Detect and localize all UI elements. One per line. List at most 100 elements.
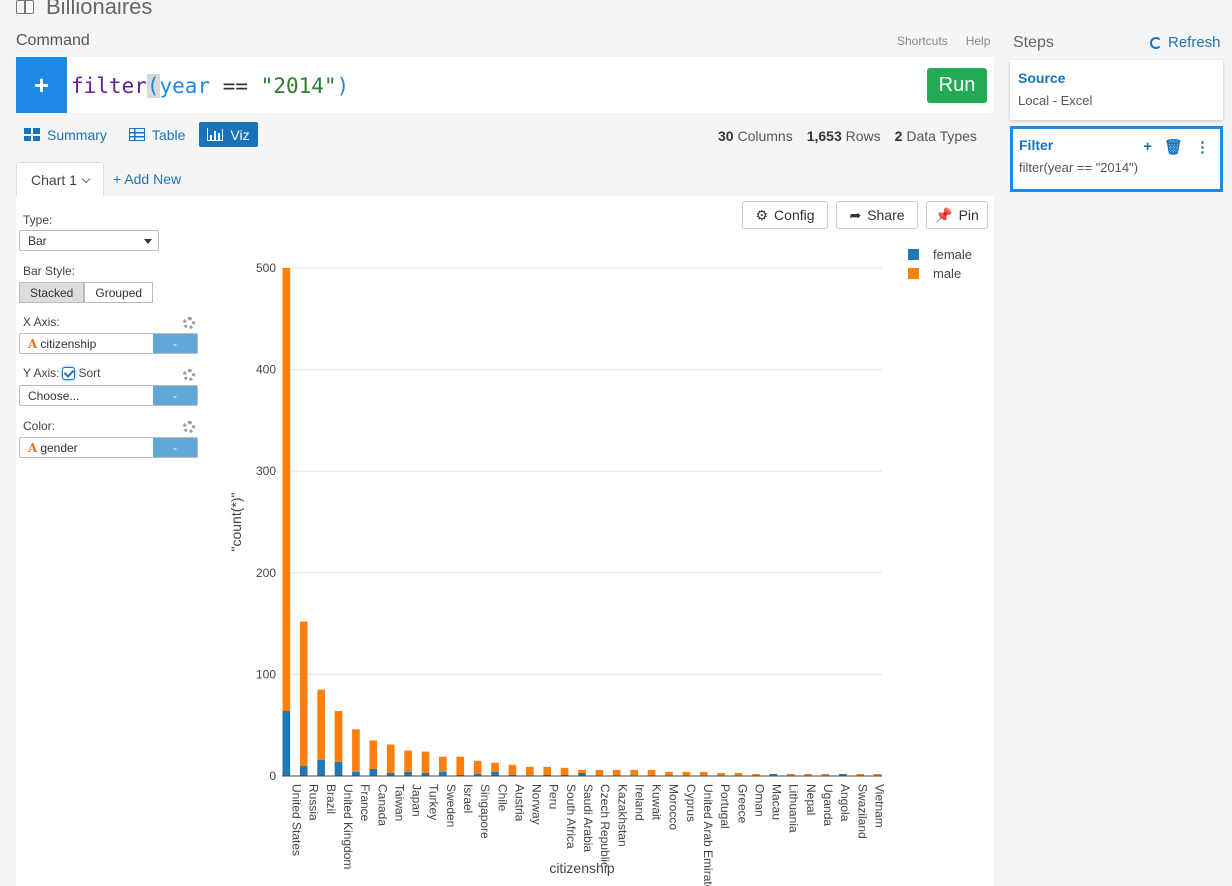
tab-viz-label: Viz bbox=[230, 126, 250, 143]
x-axis-title: citizenship bbox=[549, 860, 615, 876]
share-icon: ➦ bbox=[849, 206, 862, 223]
x-tick-label: Vietnam bbox=[872, 784, 886, 828]
bar-female bbox=[369, 768, 378, 776]
bar-male bbox=[786, 773, 795, 776]
bar-male bbox=[404, 750, 412, 772]
help-link[interactable]: Help bbox=[966, 34, 991, 48]
x-tick-label: United Arab Emirates bbox=[701, 784, 715, 886]
x-tick-label: Chile bbox=[495, 784, 509, 812]
bar-male bbox=[352, 729, 360, 772]
stacked-button[interactable]: Stacked bbox=[19, 282, 85, 303]
bar-female bbox=[508, 774, 517, 776]
bar-female bbox=[560, 774, 569, 776]
x-tick-label: Kazakhstan bbox=[615, 784, 629, 847]
x-tick-label: Oman bbox=[752, 784, 766, 817]
x-tick-label: Sweden bbox=[444, 784, 458, 827]
add-new-chart-link[interactable]: + Add New bbox=[113, 171, 181, 187]
x-tick-label: Austria bbox=[512, 784, 526, 822]
rows-stat: 1,653 Rows bbox=[806, 128, 881, 144]
trash-icon[interactable]: 🗑 bbox=[1164, 138, 1183, 156]
legend-label-female: female bbox=[933, 247, 972, 262]
bar-female bbox=[421, 772, 430, 776]
bar-male bbox=[456, 756, 465, 775]
x-tick-label: South Africa bbox=[564, 784, 578, 849]
chart-tab[interactable]: Chart 1 bbox=[16, 162, 104, 197]
bar-male bbox=[473, 760, 482, 774]
command-input[interactable]: filter(year == "2014") bbox=[71, 74, 349, 98]
y-axis-field[interactable]: Choose... - bbox=[19, 385, 198, 406]
step-source-name: Source bbox=[1018, 70, 1066, 86]
tab-table[interactable]: Table bbox=[121, 122, 193, 147]
share-button[interactable]: ➦ Share bbox=[836, 201, 918, 229]
bar-style-label: Bar Style: bbox=[23, 264, 76, 278]
command-bar[interactable]: + filter(year == "2014") Run bbox=[16, 57, 994, 113]
bar-male bbox=[821, 773, 830, 776]
x-tick-label: Czech Republic bbox=[598, 784, 612, 868]
bar-female bbox=[386, 772, 395, 776]
chart-tab-label: Chart 1 bbox=[31, 172, 77, 188]
x-tick-label: Japan bbox=[410, 784, 424, 817]
bar-male bbox=[299, 621, 308, 766]
command-links: Shortcuts Help bbox=[897, 34, 990, 48]
pin-button[interactable]: 📌 Pin bbox=[926, 201, 988, 229]
step-actions: + 🗑 ⋮ bbox=[1143, 138, 1210, 156]
bar-male bbox=[508, 764, 517, 775]
gear-icon[interactable] bbox=[183, 369, 195, 381]
tab-viz[interactable]: Viz bbox=[199, 122, 258, 147]
config-button[interactable]: ⚙ Config bbox=[742, 201, 828, 229]
x-tick-label: Russia bbox=[307, 784, 321, 821]
text-type-icon: A bbox=[28, 336, 38, 351]
bar-female bbox=[439, 771, 447, 776]
legend-swatch-female bbox=[908, 249, 919, 260]
shortcuts-link[interactable]: Shortcuts bbox=[897, 34, 948, 48]
x-tick-label: Norway bbox=[530, 784, 544, 825]
bar-male bbox=[856, 773, 865, 776]
step-source[interactable]: Source Local - Excel bbox=[1010, 60, 1223, 120]
y-tick-label: 0 bbox=[269, 769, 276, 783]
tab-summary[interactable]: Summary bbox=[16, 122, 115, 147]
app-title: Billionaires bbox=[16, 0, 152, 20]
gear-icon[interactable] bbox=[183, 317, 195, 329]
gear-icon[interactable] bbox=[183, 421, 195, 433]
grid-icon bbox=[24, 128, 40, 141]
color-field[interactable]: Agender - bbox=[19, 437, 198, 458]
x-axis-remove-button[interactable]: - bbox=[153, 334, 197, 353]
add-icon[interactable]: + bbox=[1143, 138, 1152, 156]
app-title-text: Billionaires bbox=[46, 0, 153, 19]
grouped-button[interactable]: Grouped bbox=[84, 282, 154, 303]
bar-male bbox=[560, 767, 569, 775]
sort-checkbox[interactable] bbox=[62, 367, 76, 381]
bar-chart-icon bbox=[207, 128, 224, 141]
run-button[interactable]: Run bbox=[927, 68, 987, 103]
x-axis-field[interactable]: Acitizenship - bbox=[19, 333, 198, 354]
y-axis-remove-button[interactable]: - bbox=[153, 386, 197, 405]
bar-male bbox=[630, 769, 638, 776]
bar-female bbox=[282, 710, 291, 776]
bar-female bbox=[578, 772, 586, 776]
add-step-button[interactable]: + bbox=[16, 57, 67, 113]
chart-type-select[interactable]: Bar bbox=[19, 230, 159, 251]
step-filter[interactable]: Filter filter(year == "2014") + 🗑 ⋮ bbox=[1010, 126, 1223, 192]
steps-title: Steps bbox=[1013, 34, 1054, 51]
y-axis-label: Y Axis: Sort bbox=[23, 366, 101, 381]
color-remove-button[interactable]: - bbox=[153, 438, 197, 457]
x-tick-label: France bbox=[358, 784, 372, 822]
bar-female bbox=[491, 771, 499, 776]
bar-female bbox=[839, 773, 847, 776]
chevron-down-icon bbox=[81, 174, 91, 183]
gear-icon: ⚙ bbox=[755, 206, 769, 223]
x-tick-label: Turkey bbox=[427, 784, 441, 820]
refresh-button[interactable]: Refresh bbox=[1150, 34, 1221, 51]
type-label: Type: bbox=[23, 213, 53, 227]
bar-male bbox=[369, 740, 378, 769]
x-tick-label: Portugal bbox=[718, 784, 732, 829]
tab-summary-label: Summary bbox=[47, 126, 107, 143]
x-tick-label: Morocco bbox=[667, 784, 681, 830]
chart-type-value: Bar bbox=[28, 233, 47, 248]
x-tick-label: Brazil bbox=[324, 784, 338, 814]
bar-male bbox=[421, 751, 430, 773]
bar-male bbox=[526, 766, 534, 776]
more-icon[interactable]: ⋮ bbox=[1195, 138, 1210, 156]
bar-female bbox=[543, 774, 552, 776]
bar-male bbox=[682, 771, 691, 776]
